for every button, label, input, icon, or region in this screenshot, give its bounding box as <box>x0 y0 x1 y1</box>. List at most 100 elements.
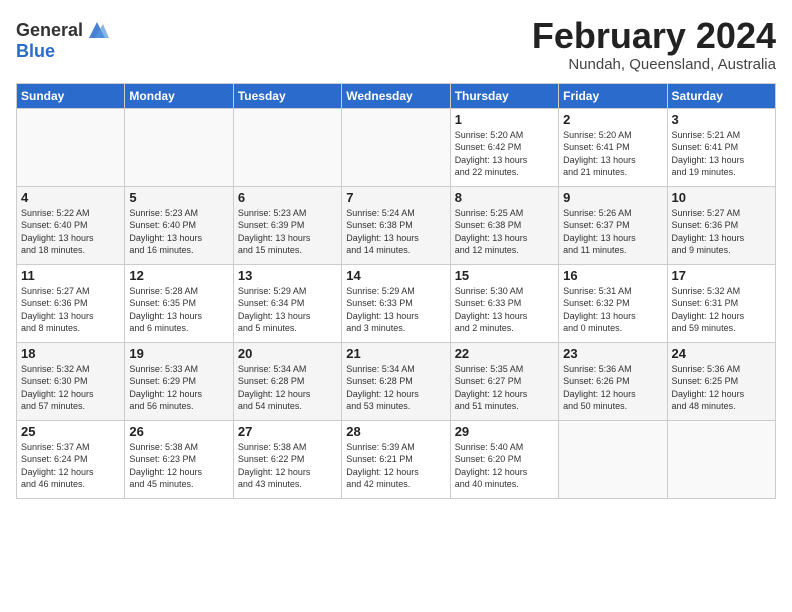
cell-w3-d2: 12 Sunrise: 5:28 AM Sunset: 6:35 PM Dayli… <box>125 264 233 342</box>
header-friday: Friday <box>559 83 667 108</box>
subtitle: Nundah, Queensland, Australia <box>532 56 776 73</box>
day-info: Sunrise: 5:23 AM Sunset: 6:39 PM Dayligh… <box>238 207 337 257</box>
day-info: Sunrise: 5:33 AM Sunset: 6:29 PM Dayligh… <box>129 363 228 413</box>
day-number: 26 <box>129 424 228 439</box>
day-number: 18 <box>21 346 120 361</box>
day-info: Sunrise: 5:20 AM Sunset: 6:42 PM Dayligh… <box>455 129 554 179</box>
day-number: 12 <box>129 268 228 283</box>
day-info: Sunrise: 5:34 AM Sunset: 6:28 PM Dayligh… <box>238 363 337 413</box>
day-info: Sunrise: 5:36 AM Sunset: 6:25 PM Dayligh… <box>672 363 771 413</box>
day-number: 19 <box>129 346 228 361</box>
header-area: General Blue February 2024 Nundah, Queen… <box>16 16 776 73</box>
day-info: Sunrise: 5:37 AM Sunset: 6:24 PM Dayligh… <box>21 441 120 491</box>
day-number: 9 <box>563 190 662 205</box>
cell-w2-d1: 4 Sunrise: 5:22 AM Sunset: 6:40 PM Daylig… <box>17 186 125 264</box>
day-number: 17 <box>672 268 771 283</box>
day-number: 25 <box>21 424 120 439</box>
day-number: 20 <box>238 346 337 361</box>
month-title: February 2024 <box>532 16 776 56</box>
logo-text-block: General Blue <box>16 20 109 62</box>
day-info: Sunrise: 5:29 AM Sunset: 6:34 PM Dayligh… <box>238 285 337 335</box>
day-info: Sunrise: 5:21 AM Sunset: 6:41 PM Dayligh… <box>672 129 771 179</box>
cell-w2-d5: 8 Sunrise: 5:25 AM Sunset: 6:38 PM Daylig… <box>450 186 558 264</box>
cell-w4-d7: 24Sunrise: 5:36 AM Sunset: 6:25 PM Dayli… <box>667 342 775 420</box>
day-number: 5 <box>129 190 228 205</box>
day-info: Sunrise: 5:20 AM Sunset: 6:41 PM Dayligh… <box>563 129 662 179</box>
cell-w3-d1: 11 Sunrise: 5:27 AM Sunset: 6:36 PM Dayli… <box>17 264 125 342</box>
day-number: 15 <box>455 268 554 283</box>
day-info: Sunrise: 5:22 AM Sunset: 6:40 PM Dayligh… <box>21 207 120 257</box>
day-number: 14 <box>346 268 445 283</box>
cell-w3-d7: 17 Sunrise: 5:32 AM Sunset: 6:31 PM Dayli… <box>667 264 775 342</box>
day-number: 22 <box>455 346 554 361</box>
day-info: Sunrise: 5:38 AM Sunset: 6:22 PM Dayligh… <box>238 441 337 491</box>
cell-w2-d6: 9 Sunrise: 5:26 AM Sunset: 6:37 PM Daylig… <box>559 186 667 264</box>
day-info: Sunrise: 5:30 AM Sunset: 6:33 PM Dayligh… <box>455 285 554 335</box>
header-tuesday: Tuesday <box>233 83 341 108</box>
week-row-3: 11 Sunrise: 5:27 AM Sunset: 6:36 PM Dayli… <box>17 264 776 342</box>
day-number: 8 <box>455 190 554 205</box>
day-info: Sunrise: 5:31 AM Sunset: 6:32 PM Dayligh… <box>563 285 662 335</box>
cell-w1-d5: 1 Sunrise: 5:20 AM Sunset: 6:42 PM Daylig… <box>450 108 558 186</box>
day-number: 1 <box>455 112 554 127</box>
day-info: Sunrise: 5:24 AM Sunset: 6:38 PM Dayligh… <box>346 207 445 257</box>
cell-w5-d6 <box>559 420 667 498</box>
day-info: Sunrise: 5:27 AM Sunset: 6:36 PM Dayligh… <box>21 285 120 335</box>
header-saturday: Saturday <box>667 83 775 108</box>
day-info: Sunrise: 5:34 AM Sunset: 6:28 PM Dayligh… <box>346 363 445 413</box>
cell-w3-d4: 14 Sunrise: 5:29 AM Sunset: 6:33 PM Dayli… <box>342 264 450 342</box>
week-row-4: 18 Sunrise: 5:32 AM Sunset: 6:30 PM Dayli… <box>17 342 776 420</box>
week-row-5: 25 Sunrise: 5:37 AM Sunset: 6:24 PM Dayli… <box>17 420 776 498</box>
cell-w2-d4: 7Sunrise: 5:24 AM Sunset: 6:38 PM Daylig… <box>342 186 450 264</box>
cell-w3-d6: 16 Sunrise: 5:31 AM Sunset: 6:32 PM Dayli… <box>559 264 667 342</box>
day-info: Sunrise: 5:23 AM Sunset: 6:40 PM Dayligh… <box>129 207 228 257</box>
header-thursday: Thursday <box>450 83 558 108</box>
cell-w1-d1 <box>17 108 125 186</box>
cell-w2-d7: 10Sunrise: 5:27 AM Sunset: 6:36 PM Dayli… <box>667 186 775 264</box>
day-info: Sunrise: 5:29 AM Sunset: 6:33 PM Dayligh… <box>346 285 445 335</box>
day-number: 4 <box>21 190 120 205</box>
header-row: Sunday Monday Tuesday Wednesday Thursday… <box>17 83 776 108</box>
cell-w1-d4 <box>342 108 450 186</box>
cell-w5-d1: 25 Sunrise: 5:37 AM Sunset: 6:24 PM Dayli… <box>17 420 125 498</box>
day-number: 27 <box>238 424 337 439</box>
day-info: Sunrise: 5:35 AM Sunset: 6:27 PM Dayligh… <box>455 363 554 413</box>
cell-w1-d3 <box>233 108 341 186</box>
header-sunday: Sunday <box>17 83 125 108</box>
title-area: February 2024 Nundah, Queensland, Austra… <box>532 16 776 73</box>
day-info: Sunrise: 5:28 AM Sunset: 6:35 PM Dayligh… <box>129 285 228 335</box>
day-info: Sunrise: 5:25 AM Sunset: 6:38 PM Dayligh… <box>455 207 554 257</box>
day-info: Sunrise: 5:26 AM Sunset: 6:37 PM Dayligh… <box>563 207 662 257</box>
day-number: 2 <box>563 112 662 127</box>
cell-w4-d4: 21Sunrise: 5:34 AM Sunset: 6:28 PM Dayli… <box>342 342 450 420</box>
day-number: 13 <box>238 268 337 283</box>
day-info: Sunrise: 5:40 AM Sunset: 6:20 PM Dayligh… <box>455 441 554 491</box>
day-number: 3 <box>672 112 771 127</box>
cell-w4-d2: 19 Sunrise: 5:33 AM Sunset: 6:29 PM Dayli… <box>125 342 233 420</box>
day-info: Sunrise: 5:32 AM Sunset: 6:30 PM Dayligh… <box>21 363 120 413</box>
cell-w3-d5: 15 Sunrise: 5:30 AM Sunset: 6:33 PM Dayli… <box>450 264 558 342</box>
day-number: 29 <box>455 424 554 439</box>
day-info: Sunrise: 5:32 AM Sunset: 6:31 PM Dayligh… <box>672 285 771 335</box>
day-number: 11 <box>21 268 120 283</box>
day-number: 10 <box>672 190 771 205</box>
cell-w4-d1: 18 Sunrise: 5:32 AM Sunset: 6:30 PM Dayli… <box>17 342 125 420</box>
week-row-1: 1 Sunrise: 5:20 AM Sunset: 6:42 PM Daylig… <box>17 108 776 186</box>
week-row-2: 4 Sunrise: 5:22 AM Sunset: 6:40 PM Daylig… <box>17 186 776 264</box>
cell-w5-d4: 28Sunrise: 5:39 AM Sunset: 6:21 PM Dayli… <box>342 420 450 498</box>
cell-w1-d6: 2 Sunrise: 5:20 AM Sunset: 6:41 PM Daylig… <box>559 108 667 186</box>
cell-w1-d2 <box>125 108 233 186</box>
cell-w5-d3: 27 Sunrise: 5:38 AM Sunset: 6:22 PM Dayli… <box>233 420 341 498</box>
cell-w5-d2: 26 Sunrise: 5:38 AM Sunset: 6:23 PM Dayli… <box>125 420 233 498</box>
day-number: 16 <box>563 268 662 283</box>
day-info: Sunrise: 5:38 AM Sunset: 6:23 PM Dayligh… <box>129 441 228 491</box>
cell-w2-d2: 5 Sunrise: 5:23 AM Sunset: 6:40 PM Daylig… <box>125 186 233 264</box>
cell-w4-d3: 20 Sunrise: 5:34 AM Sunset: 6:28 PM Dayli… <box>233 342 341 420</box>
calendar-table: Sunday Monday Tuesday Wednesday Thursday… <box>16 83 776 499</box>
day-number: 6 <box>238 190 337 205</box>
cell-w5-d5: 29 Sunrise: 5:40 AM Sunset: 6:20 PM Dayli… <box>450 420 558 498</box>
logo-icon <box>85 20 109 40</box>
logo: General Blue <box>16 20 109 62</box>
logo-blue: Blue <box>16 41 55 61</box>
cell-w4-d6: 23Sunrise: 5:36 AM Sunset: 6:26 PM Dayli… <box>559 342 667 420</box>
